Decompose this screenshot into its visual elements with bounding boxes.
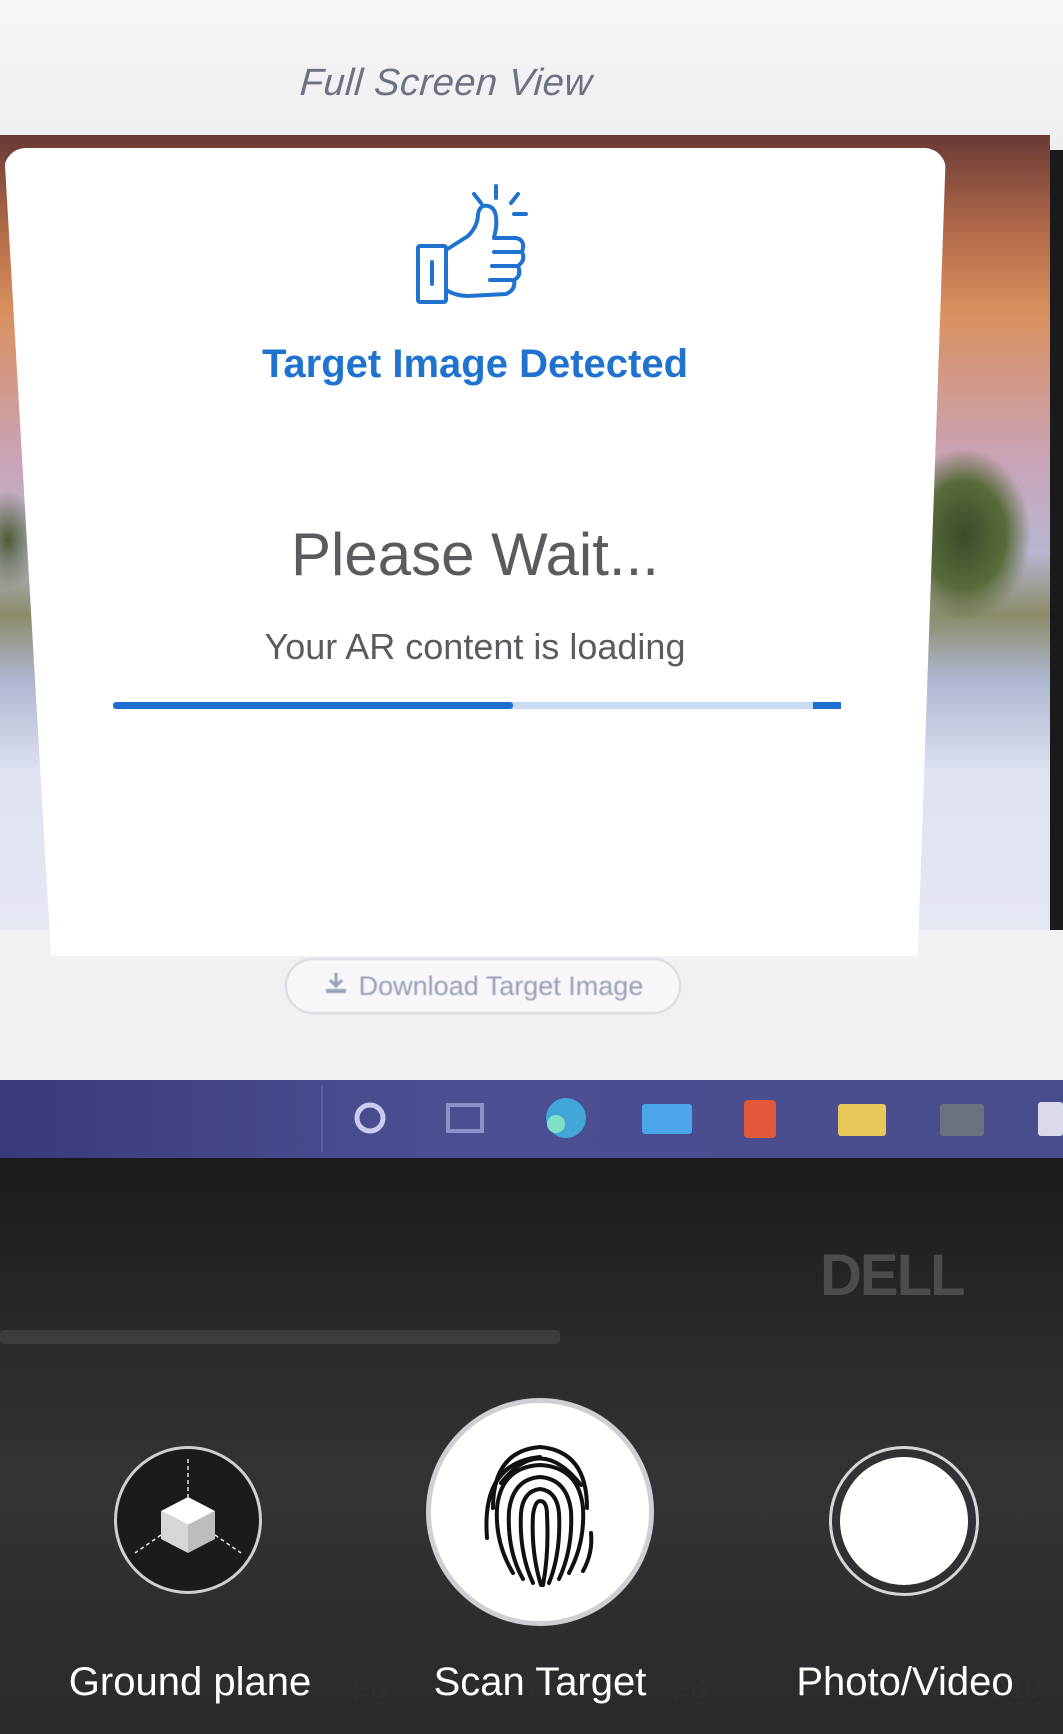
progress-fill [113, 702, 514, 709]
download-label: Download Target Image [358, 970, 644, 1001]
photo-video-label: Photo/Video [796, 1660, 1014, 1704]
laptop-hinge [0, 1330, 560, 1344]
ground-plane-button[interactable] [114, 1446, 262, 1594]
taskbar-icons [321, 1086, 1063, 1152]
laptop-brand-logo: DELL [820, 1243, 965, 1308]
screen-title: Full Screen View [298, 62, 594, 104]
thumbs-up-icon [412, 178, 532, 308]
target-detected-heading: Target Image Detected [261, 342, 689, 386]
windows-taskbar [0, 1080, 1063, 1158]
download-icon [323, 970, 349, 1003]
scan-target-label: Scan Target [433, 1660, 647, 1704]
shutter-circle [840, 1457, 968, 1585]
fkey: F8 [672, 1672, 708, 1705]
loading-subtitle: Your AR content is loading [264, 626, 686, 667]
progress-end-segment [813, 702, 841, 709]
ground-plane-label: Ground plane [68, 1660, 312, 1704]
please-wait-title: Please Wait... [291, 521, 659, 588]
cube-icon [134, 1459, 242, 1554]
loading-progress-bar [113, 702, 841, 709]
download-target-button: Download Target Image [285, 958, 681, 1014]
photo-video-button[interactable] [829, 1446, 979, 1596]
fkey: F6 [352, 1672, 388, 1705]
fingerprint-icon [484, 1444, 594, 1587]
scan-target-button[interactable] [426, 1398, 654, 1626]
